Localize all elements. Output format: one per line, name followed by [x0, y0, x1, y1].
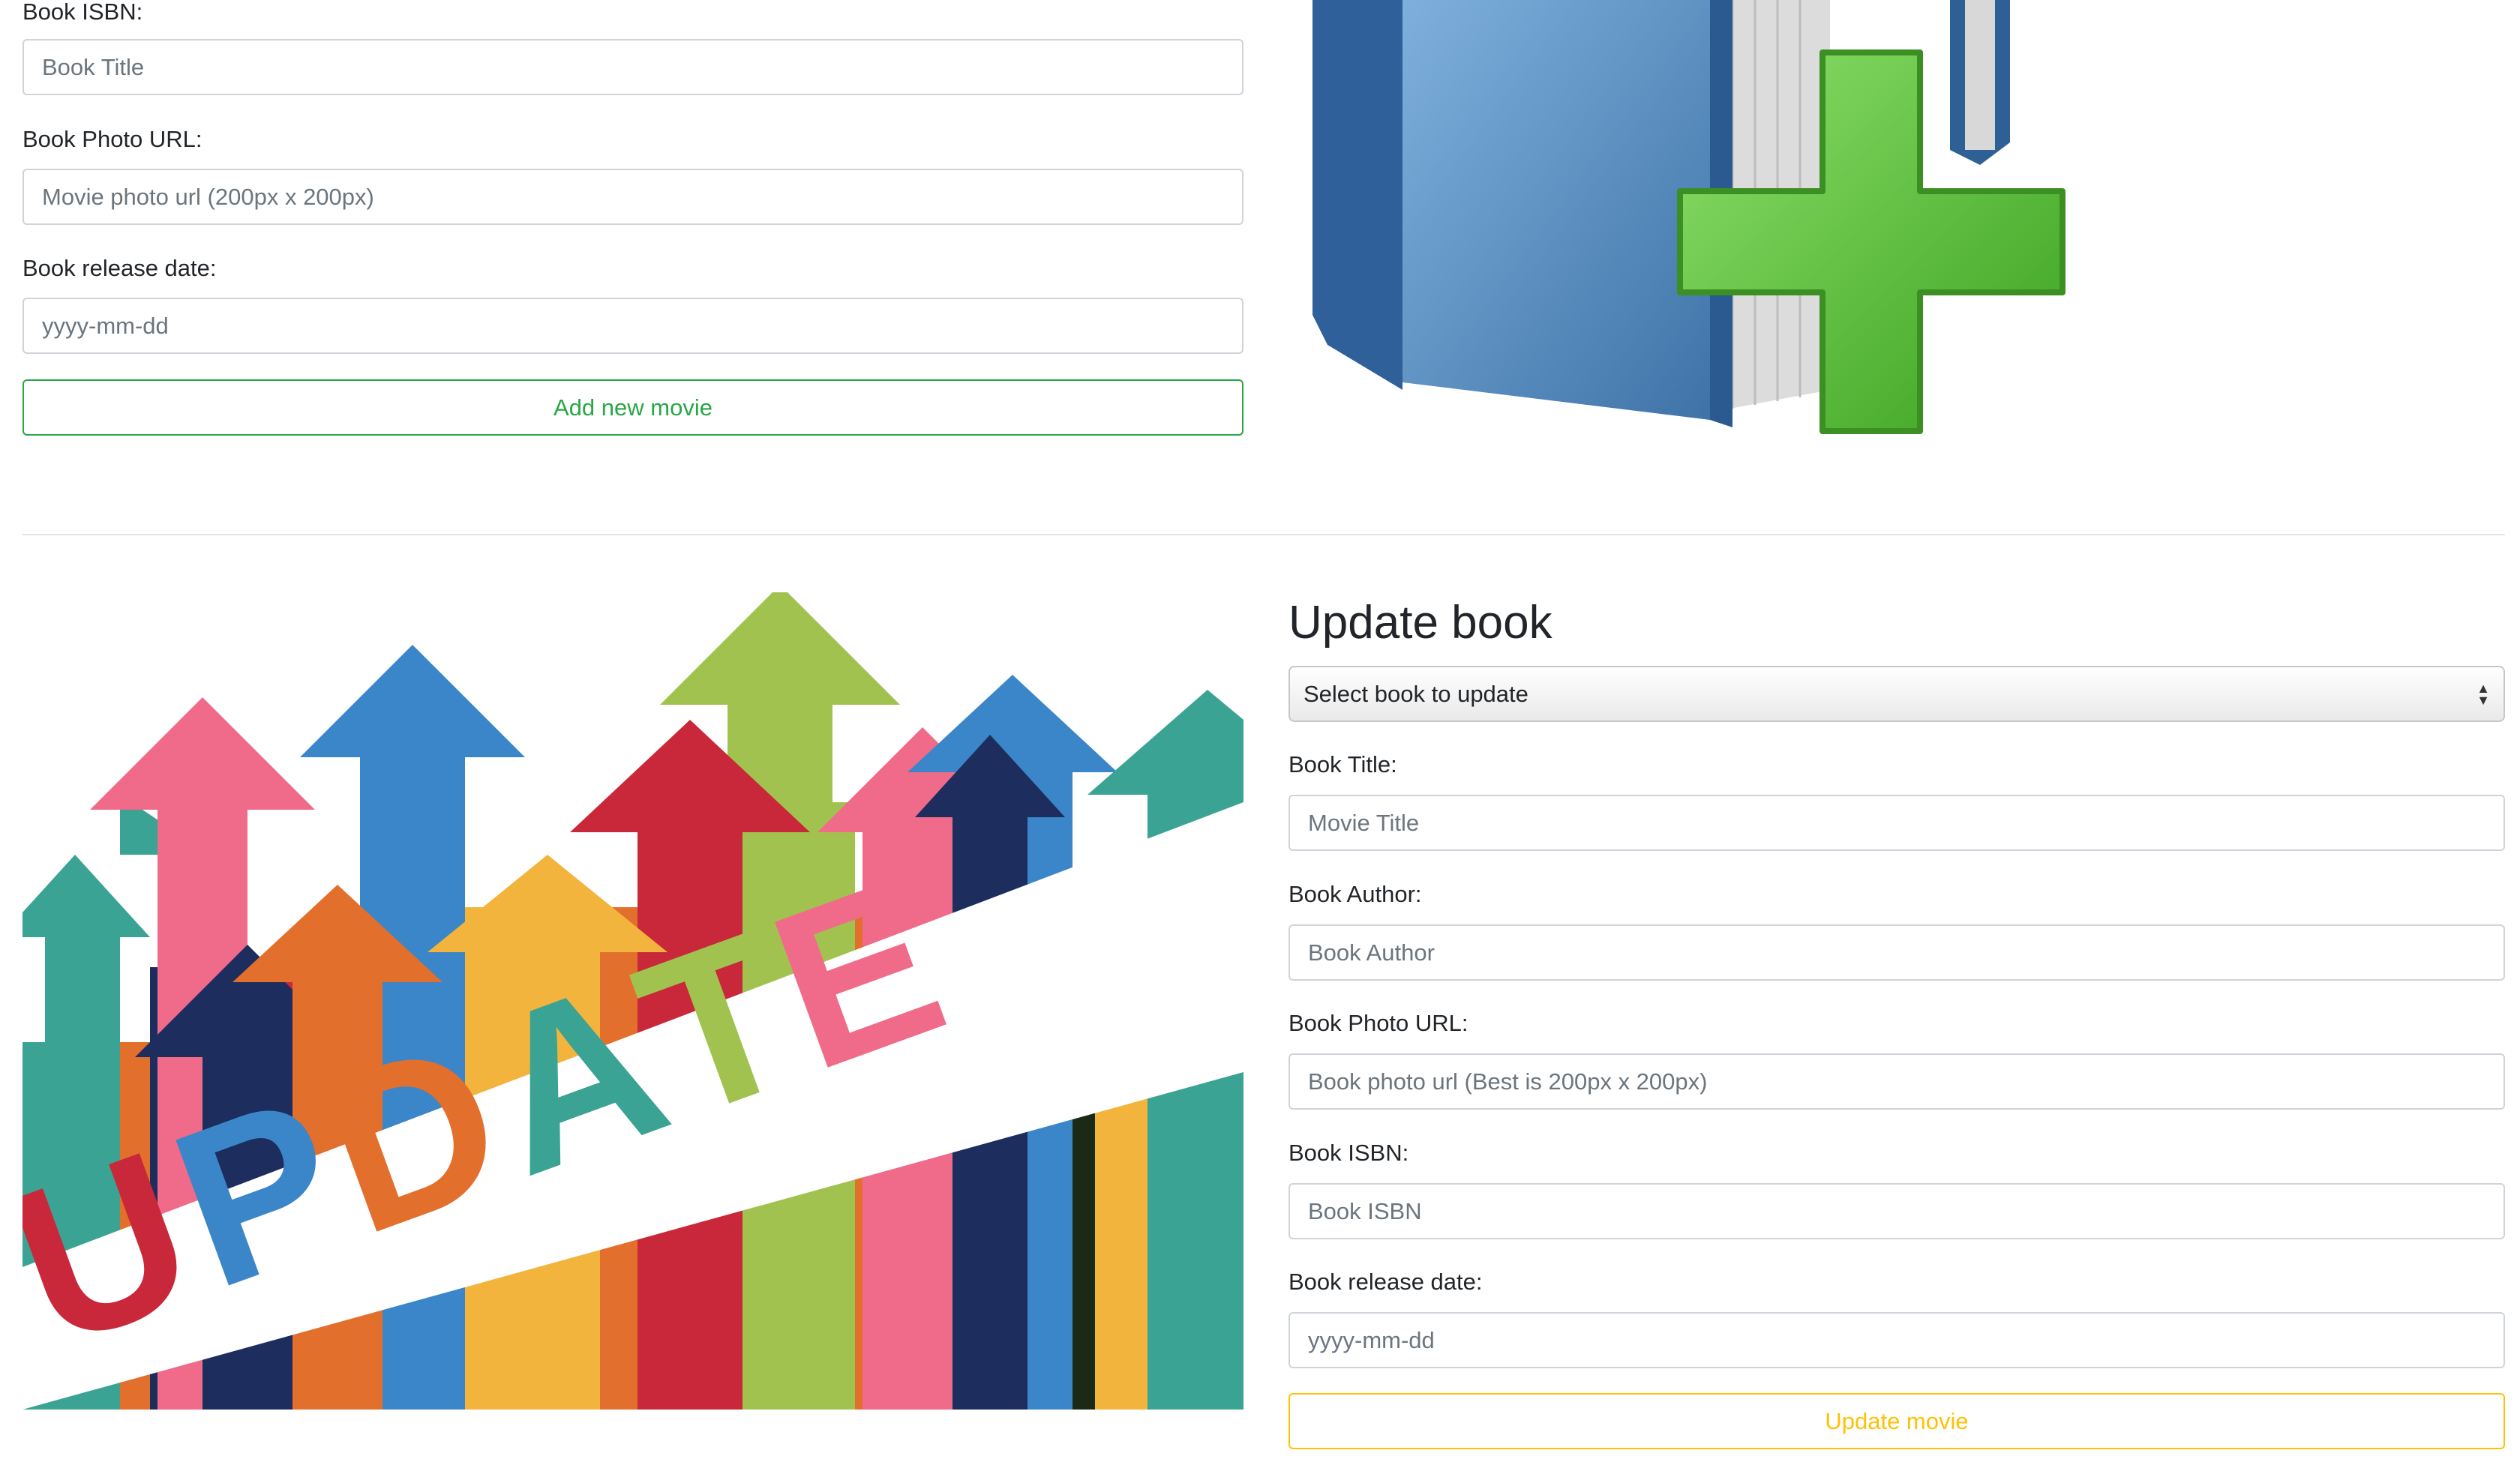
add-book-image	[1290, 0, 2070, 450]
update-title-input[interactable]	[1288, 795, 2505, 851]
book-select[interactable]: Select book to update ▲ ▼	[1288, 666, 2505, 722]
update-photo-input[interactable]	[1288, 1053, 2505, 1110]
update-movie-button[interactable]: Update movie	[1288, 1393, 2505, 1449]
select-arrows-icon: ▲ ▼	[2476, 680, 2490, 708]
update-image: U P D A T E	[22, 592, 1244, 1410]
release-date-input[interactable]	[22, 298, 1244, 354]
update-arrows-graphic: U P D A T E	[22, 592, 1244, 1410]
book-title-input[interactable]	[22, 39, 1244, 95]
update-author-label: Book Author:	[1288, 881, 1422, 907]
update-date-label: Book release date:	[1288, 1269, 1483, 1295]
book-add-icon	[1312, 0, 2066, 434]
update-date-input[interactable]	[1288, 1312, 2505, 1368]
isbn-label: Book ISBN:	[22, 0, 143, 25]
add-movie-button[interactable]: Add new movie	[22, 379, 1244, 436]
update-photo-label: Book Photo URL:	[1288, 1010, 1468, 1036]
photo-url-label: Book Photo URL:	[22, 126, 202, 152]
release-date-label: Book release date:	[22, 255, 217, 281]
update-isbn-input[interactable]	[1288, 1183, 2505, 1239]
book-select-value: Select book to update	[1304, 680, 1528, 707]
update-title-label: Book Title:	[1288, 751, 1397, 777]
section-divider	[22, 534, 2505, 535]
update-heading: Update book	[1288, 597, 1552, 649]
update-isbn-label: Book ISBN:	[1288, 1140, 1409, 1166]
update-author-input[interactable]	[1288, 924, 2505, 981]
photo-url-input[interactable]	[22, 169, 1244, 225]
